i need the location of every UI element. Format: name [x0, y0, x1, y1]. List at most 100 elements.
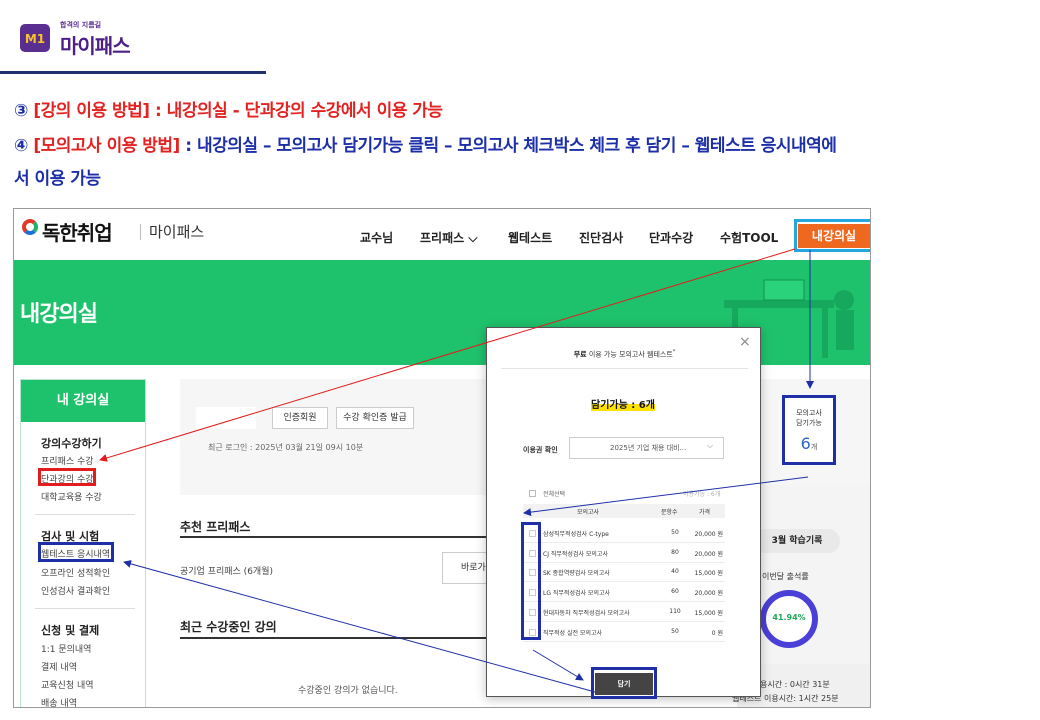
chevron-down-icon: ⌵ — [707, 441, 714, 450]
highlight-box — [38, 468, 96, 486]
exam-count: 50 — [671, 529, 679, 536]
exam-name: 직무적성 실전 모의고사 — [543, 630, 603, 637]
certificate-button[interactable]: 수강 확인증 발급 — [336, 407, 414, 429]
instruction-line-4: ④ [모의고사 이용 방법] : 내강의실 – 모의고사 담기가능 클릭 – 모… — [14, 131, 837, 156]
attendance-value: 41.94% — [772, 613, 806, 622]
row-divider — [523, 601, 725, 602]
dokhan-logo-icon — [22, 219, 38, 235]
study-record-button[interactable]: 3월 학습기록 — [754, 529, 840, 553]
sidebar-item-university[interactable]: 대학교육용 수강 — [41, 490, 102, 503]
row-divider — [523, 542, 725, 543]
header-divider — [0, 71, 266, 74]
instruction-line-4-cont: 서 이용 가능 — [14, 169, 101, 189]
site-logo[interactable]: 독한취업 — [42, 217, 113, 246]
mypass-logo: M1 합격의 지름길 마이패스 — [20, 20, 160, 58]
mock-exam-available-box[interactable]: 모의고사 담기가능 6개 — [782, 395, 836, 465]
instruction-text: [강의 이용 방법] : 내강의실 - 단과강의 수강에서 이용 가능 — [27, 101, 443, 121]
last-login: 최근 로그인 : 2025년 03월 21일 09시 10분 — [208, 443, 364, 452]
sidebar-item-freepass[interactable]: 프리패스 수강 — [41, 454, 94, 467]
exam-name: CJ 직무적성검사 모의고사 — [543, 551, 608, 558]
mock-count: 6개 — [800, 434, 818, 453]
instruction-text: : 내강의실 – 모의고사 담기가능 클릭 – 모의고사 체크박스 체크 후 담… — [179, 136, 837, 156]
exam-price: 15,000 원 — [694, 570, 723, 577]
exam-count: 50 — [671, 628, 679, 635]
step-number: ③ — [14, 101, 28, 121]
attendance-label: 이번달 출석률 — [762, 572, 809, 581]
exam-name: LG 직무적성검사 모의고사 — [543, 590, 611, 597]
sidebar-section-payments: 신청 및 결제 — [41, 624, 100, 637]
sidebar-divider — [35, 608, 135, 609]
select-all-label: 전체선택 — [543, 491, 566, 498]
col-header-count: 문항수 — [661, 509, 678, 516]
exam-count: 60 — [671, 588, 679, 595]
sidebar-item-inquiry[interactable]: 1:1 문의내역 — [41, 642, 91, 655]
sidebar: 내 강의실 강의수강하기 프리패스 수강 단과강의 수강 대학교육용 수강 검사… — [20, 379, 146, 707]
package-name: 공기업 프리패스 (6개월) — [180, 567, 273, 577]
exam-price: 15,000 원 — [694, 610, 723, 617]
sidebar-header: 내 강의실 — [21, 380, 145, 422]
exam-name: 현대자동차 직무적성검사 모의고사 — [543, 610, 630, 617]
close-icon[interactable]: × — [739, 334, 751, 350]
nav-freepass[interactable]: 프리패스 ⌵ — [420, 229, 477, 246]
sidebar-section-courses: 강의수강하기 — [41, 437, 102, 450]
recent-courses-title: 최근 수강중인 강의 — [180, 620, 277, 634]
logo-divider — [140, 224, 141, 240]
brand-tagline: 합격의 지름길 — [60, 21, 102, 29]
sidebar-item-delivery[interactable]: 배송 내역 — [41, 696, 77, 707]
select-all-checkbox[interactable] — [529, 490, 536, 497]
nav-diagnosis[interactable]: 진단검사 — [579, 229, 623, 246]
instruction-line-3: ③ [강의 이용 방법] : 내강의실 - 단과강의 수강에서 이용 가능 — [14, 96, 443, 121]
site-screenshot: 독한취업 마이패스 교수님 프리패스 ⌵ 웹테스트 진단검사 단과수강 수험TO… — [13, 208, 871, 708]
verified-member-chip[interactable]: 인증회원 — [272, 407, 328, 429]
highlight-box — [794, 219, 870, 252]
exam-name: 삼성직무적성검사 C-type — [543, 531, 609, 538]
sidebar-divider — [35, 514, 135, 515]
usage-count: 이용가능 : 6개 — [683, 491, 721, 498]
recommend-title: 추천 프리패스 — [180, 520, 251, 534]
hero-title: 내강의실 — [20, 302, 98, 327]
nav-single-course[interactable]: 단과수강 — [649, 229, 693, 246]
exam-count: 110 — [669, 608, 681, 615]
sidebar-item-payment[interactable]: 결제 내역 — [41, 660, 77, 673]
empty-courses-text: 수강중인 강의가 없습니다. — [298, 686, 398, 696]
row-divider — [523, 641, 725, 642]
highlight-box — [591, 667, 657, 699]
mock-exam-modal: × 무료 이용 가능 모의고사 웹테스트* 담기가능 : 6개 이용권 확인 2… — [486, 327, 761, 699]
exam-price: 20,000 원 — [694, 590, 723, 597]
usage-time: 용시간 : 0시간 31분 — [760, 680, 830, 689]
brand-title: 마이패스 — [60, 34, 131, 58]
sidebar-item-education[interactable]: 교육신청 내역 — [41, 678, 94, 691]
exam-name: SK 종합역량검사 모의고사 — [543, 570, 610, 577]
section-divider — [180, 637, 520, 639]
table-header: 모의고사 문항수 가격 — [523, 504, 725, 518]
mock-label: 모의고사 담기가능 — [796, 409, 822, 427]
highlight-box — [38, 542, 114, 562]
brand-mark-icon: M1 — [20, 24, 50, 52]
exam-price: 20,000 원 — [694, 551, 723, 558]
section-divider — [180, 536, 520, 538]
nav-webtest[interactable]: 웹테스트 — [508, 229, 552, 246]
highlight-box — [521, 522, 541, 640]
sidebar-item-offline-score[interactable]: 오프라인 성적확인 — [41, 566, 110, 579]
exam-price: 0 원 — [711, 630, 723, 637]
instruction-bracket: [모의고사 이용 방법] — [27, 136, 180, 156]
col-header-price: 가격 — [699, 509, 711, 516]
site-logo-sub[interactable]: 마이패스 — [149, 221, 204, 242]
modal-divider — [501, 368, 748, 369]
sidebar-item-personality[interactable]: 인성검사 결과확인 — [41, 584, 110, 597]
exam-count: 40 — [671, 568, 679, 575]
available-count: 담기가능 : 6개 — [591, 396, 655, 411]
exam-price: 20,000 원 — [694, 531, 723, 538]
row-divider — [523, 562, 725, 563]
row-divider — [523, 581, 725, 582]
nav-exam-tool[interactable]: 수험TOOL — [720, 229, 778, 246]
modal-title: 무료 이용 가능 모의고사 웹테스트* — [573, 349, 676, 359]
exam-count: 80 — [671, 549, 679, 556]
col-header-exam: 모의고사 — [577, 509, 600, 516]
voucher-select[interactable]: 2025년 기업 채용 대비... — [569, 437, 724, 459]
username-placeholder — [196, 407, 256, 429]
voucher-label: 이용권 확인 — [523, 446, 558, 454]
row-divider — [523, 621, 725, 622]
step-number: ④ — [14, 136, 28, 156]
nav-professors[interactable]: 교수님 — [360, 229, 393, 246]
